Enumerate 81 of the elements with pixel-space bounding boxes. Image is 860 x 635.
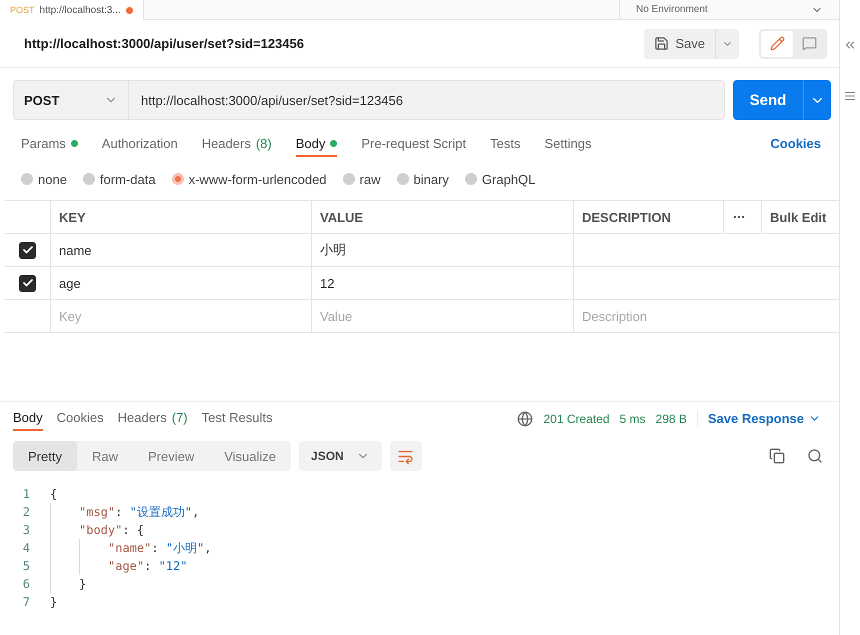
size-text: 298 B	[656, 412, 687, 426]
column-header: VALUE	[311, 201, 573, 234]
value-cell[interactable]: 小明	[311, 234, 573, 267]
bulk-edit-button[interactable]: Bulk Edit	[761, 201, 839, 234]
send-button[interactable]: Send	[733, 80, 803, 120]
request-section-tab[interactable]: Headers (8)	[202, 136, 272, 156]
line-number: 6	[22, 577, 31, 591]
request-section-tab[interactable]: Params	[21, 136, 78, 156]
line-number: 4	[22, 541, 31, 555]
description-cell[interactable]	[573, 234, 839, 267]
save-response-button[interactable]: Save Response	[696, 410, 827, 427]
key-cell[interactable]: name	[50, 234, 311, 267]
code-line: }	[50, 595, 58, 609]
body-type-option[interactable]: form-data	[82, 172, 156, 186]
line-number: 3	[22, 523, 31, 537]
view-mode-tab[interactable]: Visualize	[209, 441, 292, 471]
code-line: "name": "小明",	[108, 540, 212, 556]
globe-icon[interactable]	[517, 410, 534, 426]
code-line: {	[50, 487, 58, 501]
method-label: POST	[10, 5, 35, 15]
radio-icon[interactable]	[464, 173, 477, 185]
code-line: "body": {	[79, 523, 144, 537]
documentation-icon[interactable]	[844, 90, 856, 102]
request-section-tab[interactable]: Pre-request Script	[361, 136, 466, 156]
radio-icon[interactable]	[172, 173, 184, 185]
body-type-option[interactable]: none	[21, 172, 67, 186]
comment-icon	[802, 36, 816, 51]
response-tab[interactable]: Test Results	[202, 410, 272, 431]
check-icon	[22, 244, 34, 256]
line-number: 5	[22, 559, 31, 573]
code-line: }	[79, 577, 86, 591]
request-tab[interactable]: POST http://localhost:3...	[0, 0, 144, 20]
format-select[interactable]: JSON	[299, 441, 382, 471]
request-section-tab[interactable]: Settings	[544, 136, 592, 156]
save-icon	[654, 36, 670, 51]
copy-icon[interactable]	[769, 448, 785, 464]
search-icon[interactable]	[807, 448, 823, 464]
column-header: KEY	[50, 201, 311, 234]
radio-icon[interactable]	[21, 173, 33, 185]
body-type-option[interactable]: raw	[342, 172, 380, 186]
radio-icon[interactable]	[82, 173, 95, 185]
response-tab[interactable]: Headers (7)	[118, 410, 188, 431]
value-field[interactable]: Value	[311, 300, 573, 333]
request-section-tab[interactable]: Authorization	[102, 136, 178, 156]
wrap-lines-button[interactable]	[390, 441, 422, 471]
more-options-cell[interactable]	[723, 201, 761, 234]
request-section-tab[interactable]: Body	[296, 136, 338, 156]
line-number: 2	[22, 505, 31, 519]
pencil-icon	[770, 36, 784, 51]
code-line: "msg": "设置成功",	[79, 504, 200, 520]
request-title: http://localhost:3000/api/user/set?sid=123456	[24, 36, 305, 51]
response-tab[interactable]: Body	[13, 410, 43, 431]
status-text: 201 Created	[543, 412, 610, 426]
request-section-tab[interactable]: Tests	[490, 136, 520, 156]
cookies-link[interactable]: Cookies	[770, 136, 821, 150]
body-type-option[interactable]: x-www-form-urlencoded	[172, 172, 327, 186]
method-select[interactable]: POST	[13, 80, 129, 120]
row-checkbox[interactable]	[19, 242, 36, 258]
save-button[interactable]: Save	[644, 28, 715, 58]
code-line: "age": "12"	[108, 559, 188, 573]
view-mode-tab[interactable]: Raw	[76, 441, 133, 471]
radio-icon[interactable]	[396, 173, 408, 185]
column-header: DESCRIPTION	[573, 201, 723, 234]
url-field[interactable]: http://localhost:3000/api/user/set?sid=123456	[129, 80, 725, 120]
response-tab[interactable]: Cookies	[56, 410, 104, 431]
check-icon	[22, 277, 34, 289]
line-number: 1	[22, 487, 31, 501]
radio-icon[interactable]	[342, 173, 355, 185]
send-options-button[interactable]	[803, 80, 831, 120]
view-mode-tab[interactable]: Pretty	[13, 441, 77, 471]
body-type-option[interactable]: binary	[396, 172, 449, 186]
tab-title: http://localhost:3...	[40, 4, 121, 16]
body-type-option[interactable]: GraphQL	[464, 172, 536, 186]
line-number: 7	[22, 595, 31, 609]
row-checkbox[interactable]	[19, 274, 36, 292]
environment-select[interactable]: No Environment	[619, 0, 839, 19]
time-text: 5 ms	[620, 412, 646, 426]
description-field[interactable]: Description	[573, 300, 839, 333]
key-field[interactable]: Key	[50, 300, 311, 333]
edit-button[interactable]	[761, 30, 793, 56]
view-mode-tab[interactable]: Preview	[132, 441, 210, 471]
